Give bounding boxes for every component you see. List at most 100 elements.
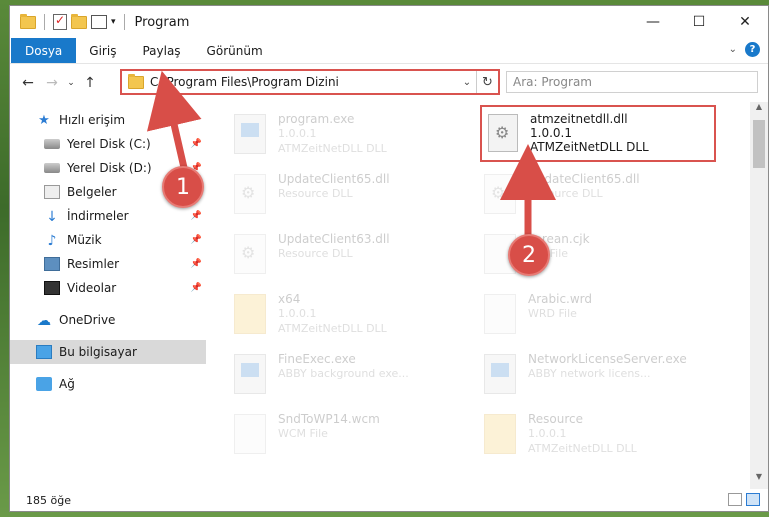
file-item[interactable]: program.exe 1.0.0.1 ATMZeitNetDLL DLL (230, 106, 480, 166)
address-bar[interactable]: C:\Program Files\Program Dizini ⌄ ↻ (120, 69, 500, 95)
nav-item-label: Yerel Disk (D:) (67, 161, 152, 175)
refresh-icon[interactable]: ↻ (476, 71, 498, 93)
recent-locations-chevron-icon[interactable]: ⌄ (64, 78, 78, 88)
file-item[interactable]: SndToWP14.wcm WCM File (230, 406, 480, 466)
dll-icon (484, 174, 516, 214)
nav-item-onedrive[interactable]: ☁ OneDrive (10, 308, 206, 332)
details-view-icon[interactable] (728, 493, 742, 506)
search-input[interactable]: Ara: Program (506, 71, 758, 93)
nav-item-label: OneDrive (59, 313, 116, 327)
nav-item-label: Müzik (67, 233, 102, 247)
pin-icon[interactable]: 📌 (191, 235, 202, 245)
nav-item-label: Videolar (67, 281, 117, 295)
dll-icon (234, 174, 266, 214)
scroll-down-icon[interactable]: ▼ (750, 472, 768, 489)
nav-item-label: Resimler (67, 257, 120, 271)
status-bar: 185 öğe (10, 489, 768, 511)
nav-item-videos[interactable]: Videolar 📌 (10, 276, 206, 300)
pin-icon[interactable]: 📌 (191, 211, 202, 221)
large-icons-view-icon[interactable] (746, 493, 760, 506)
file-icon (484, 294, 516, 334)
expand-ribbon-icon[interactable]: ⌄ (729, 44, 737, 55)
annotation-badge-2: 2 (508, 234, 550, 276)
nav-item-disk-c[interactable]: Yerel Disk (C:) 📌 (10, 132, 206, 156)
folder-icon (20, 13, 36, 29)
file-item[interactable]: x64 1.0.0.1 ATMZeitNetDLL DLL (230, 286, 480, 346)
nav-item-quick-access[interactable]: ★ Hızlı erişim (10, 108, 206, 132)
ribbon-tabs: Dosya Giriş Paylaş Görünüm ⌄ ? (10, 38, 768, 64)
address-row: ← → ⌄ ↑ C:\Program Files\Program Dizini … (10, 64, 768, 102)
file-item[interactable]: Arabic.wrd WRD File (480, 286, 730, 346)
address-dropdown-icon[interactable]: ⌄ (458, 77, 476, 88)
properties-check-icon[interactable] (53, 13, 67, 30)
window-title: Program (134, 14, 190, 30)
file-item[interactable]: FineExec.exe ABBY background exe... (230, 346, 480, 406)
highlighted-file-atmzeitnetdll[interactable]: atmzeitnetdll.dll 1.0.0.1 ATMZeitNetDLL … (480, 105, 716, 162)
address-folder-icon (128, 73, 144, 89)
pin-icon[interactable]: 📌 (191, 259, 202, 269)
videos-icon (44, 281, 60, 295)
tab-share[interactable]: Paylaş (129, 38, 193, 63)
file-name: atmzeitnetdll.dll (530, 112, 628, 126)
nav-item-this-pc[interactable]: Bu bilgisayar (10, 340, 206, 364)
nav-item-label: Yerel Disk (C:) (67, 137, 151, 151)
new-folder-icon[interactable] (71, 13, 87, 29)
download-icon: ↓ (46, 209, 58, 225)
folder-icon (234, 294, 266, 334)
pin-icon[interactable]: 📌 (191, 139, 202, 149)
close-button[interactable]: ✕ (722, 6, 768, 38)
scroll-up-icon[interactable]: ▲ (750, 102, 768, 119)
nav-item-label: Belgeler (67, 185, 117, 199)
vertical-scrollbar[interactable]: ▲ ▼ (750, 102, 768, 489)
exe-icon (234, 354, 266, 394)
file-item[interactable]: UpdateClient63.dll Resource DLL (230, 226, 480, 286)
quick-access-dropdown-icon[interactable]: ▾ (111, 17, 116, 27)
dll-icon (234, 234, 266, 274)
nav-item-pictures[interactable]: Resimler 📌 (10, 252, 206, 276)
computer-icon (36, 345, 52, 359)
address-path[interactable]: C:\Program Files\Program Dizini (150, 75, 458, 89)
nav-item-label: Bu bilgisayar (59, 345, 137, 359)
file-icon (234, 414, 266, 454)
explorer-body: ★ Hızlı erişim Yerel Disk (C:) 📌 Yerel D… (10, 102, 768, 489)
item-count: 185 öğe (26, 493, 71, 507)
nav-item-downloads[interactable]: ↓ İndirmeler 📌 (10, 204, 206, 228)
file-item[interactable]: NetworkLicenseServer.exe ABBY network li… (480, 346, 730, 406)
nav-item-network[interactable]: Ağ (10, 372, 206, 396)
scroll-thumb[interactable] (753, 120, 765, 168)
star-icon: ★ (38, 112, 50, 128)
dll-gear-icon (488, 114, 518, 152)
folder-icon (484, 414, 516, 454)
back-arrow-icon[interactable]: ← (16, 75, 40, 91)
nav-item-label: İndirmeler (67, 209, 129, 223)
forward-arrow-icon[interactable]: → (40, 75, 64, 91)
tab-file[interactable]: Dosya (11, 38, 77, 63)
disk-icon (44, 163, 60, 173)
pictures-icon (44, 257, 60, 271)
disk-icon (44, 139, 60, 149)
search-placeholder: Ara: Program (513, 75, 592, 89)
tab-view[interactable]: Görünüm (194, 38, 276, 63)
customize-view-icon[interactable] (91, 15, 107, 29)
exe-icon (234, 114, 266, 154)
up-arrow-icon[interactable]: ↑ (78, 75, 102, 91)
nav-item-music[interactable]: ♪ Müzik 📌 (10, 228, 206, 252)
maximize-button[interactable]: ☐ (676, 6, 722, 38)
navigation-pane: ★ Hızlı erişim Yerel Disk (C:) 📌 Yerel D… (10, 102, 206, 489)
help-icon[interactable]: ? (745, 42, 760, 57)
music-icon: ♪ (47, 233, 57, 249)
file-version: 1.0.0.1 (530, 126, 572, 140)
file-item[interactable]: Resource 1.0.0.1 ATMZeitNetDLL DLL (480, 406, 730, 466)
explorer-window: ▾ Program — ☐ ✕ Dosya Giriş Paylaş Görün… (9, 5, 769, 512)
pin-icon[interactable]: 📌 (191, 283, 202, 293)
annotation-badge-1: 1 (162, 166, 204, 208)
file-item[interactable]: UpdateClient65.dll Resource DLL (480, 166, 730, 226)
nav-item-label: Hızlı erişim (59, 113, 126, 127)
file-description: ATMZeitNetDLL DLL (530, 140, 649, 154)
cloud-icon: ☁ (37, 313, 51, 329)
nav-item-label: Ağ (59, 377, 75, 391)
file-item[interactable]: UpdateClient65.dll Resource DLL (230, 166, 480, 226)
tab-home[interactable]: Giriş (76, 38, 129, 63)
minimize-button[interactable]: — (630, 6, 676, 38)
exe-icon (484, 354, 516, 394)
